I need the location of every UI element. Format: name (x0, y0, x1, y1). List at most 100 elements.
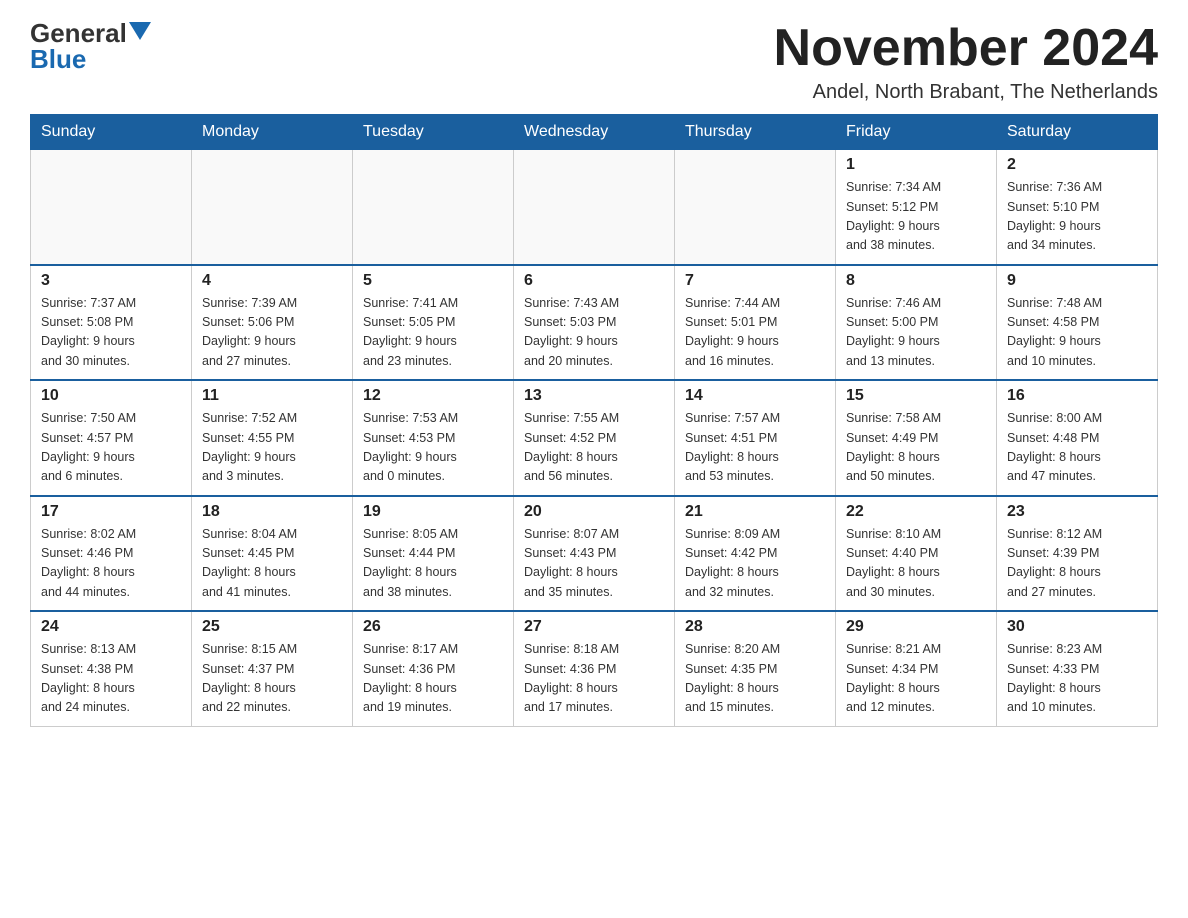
day-number: 5 (363, 272, 503, 290)
day-info: Sunrise: 7:53 AMSunset: 4:53 PMDaylight:… (363, 409, 503, 487)
calendar-cell: 30Sunrise: 8:23 AMSunset: 4:33 PMDayligh… (997, 611, 1158, 726)
day-info: Sunrise: 8:13 AMSunset: 4:38 PMDaylight:… (41, 640, 181, 718)
calendar-cell: 19 Sunrise: 8:05 AMSunset: 4:44 PMDayligh… (353, 496, 514, 612)
day-info: Sunrise: 7:39 AMSunset: 5:06 PMDaylight:… (202, 294, 342, 372)
calendar-cell: 2 Sunrise: 7:36 AMSunset: 5:10 PMDaylight… (997, 150, 1158, 265)
title-section: November 2024 Andel, North Brabant, The … (774, 20, 1158, 104)
day-number: 24 (41, 618, 181, 636)
day-info: Sunrise: 7:44 AMSunset: 5:01 PMDaylight:… (685, 294, 825, 372)
weekday-header-saturday: Saturday (997, 115, 1158, 150)
day-info: Sunrise: 8:05 AMSunset: 4:44 PMDaylight:… (363, 525, 503, 603)
calendar-cell: 21 Sunrise: 8:09 AMSunset: 4:42 PMDayligh… (675, 496, 836, 612)
day-number: 11 (202, 387, 342, 405)
calendar-cell: 6Sunrise: 7:43 AMSunset: 5:03 PMDaylight… (514, 265, 675, 381)
calendar-cell: 20 Sunrise: 8:07 AMSunset: 4:43 PMDayligh… (514, 496, 675, 612)
day-number: 16 (1007, 387, 1147, 405)
day-number: 23 (1007, 503, 1147, 521)
day-number: 8 (846, 272, 986, 290)
calendar-cell: 14 Sunrise: 7:57 AMSunset: 4:51 PMDayligh… (675, 380, 836, 496)
weekday-header-row: SundayMondayTuesdayWednesdayThursdayFrid… (31, 115, 1158, 150)
day-info: Sunrise: 8:02 AMSunset: 4:46 PMDaylight:… (41, 525, 181, 603)
logo: General Blue (30, 20, 151, 72)
calendar-cell: 18 Sunrise: 8:04 AMSunset: 4:45 PMDayligh… (192, 496, 353, 612)
calendar-cell: 5 Sunrise: 7:41 AMSunset: 5:05 PMDaylight… (353, 265, 514, 381)
calendar-cell: 25 Sunrise: 8:15 AMSunset: 4:37 PMDayligh… (192, 611, 353, 726)
day-info: Sunrise: 8:18 AMSunset: 4:36 PMDaylight:… (524, 640, 664, 718)
logo-blue-text: Blue (30, 46, 86, 72)
day-info: Sunrise: 7:41 AMSunset: 5:05 PMDaylight:… (363, 294, 503, 372)
day-info: Sunrise: 7:52 AMSunset: 4:55 PMDaylight:… (202, 409, 342, 487)
day-number: 12 (363, 387, 503, 405)
calendar-cell (514, 150, 675, 265)
calendar-cell: 23 Sunrise: 8:12 AMSunset: 4:39 PMDayligh… (997, 496, 1158, 612)
calendar-cell: 7Sunrise: 7:44 AMSunset: 5:01 PMDaylight… (675, 265, 836, 381)
calendar-cell: 29Sunrise: 8:21 AMSunset: 4:34 PMDayligh… (836, 611, 997, 726)
day-info: Sunrise: 7:50 AMSunset: 4:57 PMDaylight:… (41, 409, 181, 487)
calendar-week-row: 17Sunrise: 8:02 AMSunset: 4:46 PMDayligh… (31, 496, 1158, 612)
calendar-cell (353, 150, 514, 265)
day-number: 20 (524, 503, 664, 521)
day-info: Sunrise: 7:58 AMSunset: 4:49 PMDaylight:… (846, 409, 986, 487)
day-number: 18 (202, 503, 342, 521)
calendar-cell: 4Sunrise: 7:39 AMSunset: 5:06 PMDaylight… (192, 265, 353, 381)
day-info: Sunrise: 8:12 AMSunset: 4:39 PMDaylight:… (1007, 525, 1147, 603)
calendar-cell: 13 Sunrise: 7:55 AMSunset: 4:52 PMDayligh… (514, 380, 675, 496)
weekday-header-monday: Monday (192, 115, 353, 150)
calendar-week-row: 3 Sunrise: 7:37 AMSunset: 5:08 PMDaylight… (31, 265, 1158, 381)
location-title: Andel, North Brabant, The Netherlands (774, 81, 1158, 104)
calendar-cell: 15Sunrise: 7:58 AMSunset: 4:49 PMDayligh… (836, 380, 997, 496)
calendar-week-row: 24 Sunrise: 8:13 AMSunset: 4:38 PMDayligh… (31, 611, 1158, 726)
day-number: 2 (1007, 156, 1147, 174)
day-info: Sunrise: 7:36 AMSunset: 5:10 PMDaylight:… (1007, 178, 1147, 256)
day-number: 3 (41, 272, 181, 290)
day-info: Sunrise: 8:00 AMSunset: 4:48 PMDaylight:… (1007, 409, 1147, 487)
calendar-cell (192, 150, 353, 265)
day-info: Sunrise: 7:37 AMSunset: 5:08 PMDaylight:… (41, 294, 181, 372)
day-number: 13 (524, 387, 664, 405)
day-number: 25 (202, 618, 342, 636)
weekday-header-thursday: Thursday (675, 115, 836, 150)
day-number: 26 (363, 618, 503, 636)
day-info: Sunrise: 7:48 AMSunset: 4:58 PMDaylight:… (1007, 294, 1147, 372)
calendar-week-row: 10 Sunrise: 7:50 AMSunset: 4:57 PMDayligh… (31, 380, 1158, 496)
day-number: 27 (524, 618, 664, 636)
calendar-cell: 28Sunrise: 8:20 AMSunset: 4:35 PMDayligh… (675, 611, 836, 726)
day-number: 19 (363, 503, 503, 521)
day-info: Sunrise: 8:10 AMSunset: 4:40 PMDaylight:… (846, 525, 986, 603)
day-number: 14 (685, 387, 825, 405)
calendar-cell: 17Sunrise: 8:02 AMSunset: 4:46 PMDayligh… (31, 496, 192, 612)
weekday-header-sunday: Sunday (31, 115, 192, 150)
day-number: 10 (41, 387, 181, 405)
day-info: Sunrise: 7:57 AMSunset: 4:51 PMDaylight:… (685, 409, 825, 487)
calendar-cell: 16 Sunrise: 8:00 AMSunset: 4:48 PMDayligh… (997, 380, 1158, 496)
day-info: Sunrise: 7:43 AMSunset: 5:03 PMDaylight:… (524, 294, 664, 372)
calendar-cell: 1Sunrise: 7:34 AMSunset: 5:12 PMDaylight… (836, 150, 997, 265)
calendar-table: SundayMondayTuesdayWednesdayThursdayFrid… (30, 114, 1158, 727)
calendar-cell: 11 Sunrise: 7:52 AMSunset: 4:55 PMDayligh… (192, 380, 353, 496)
calendar-cell: 3 Sunrise: 7:37 AMSunset: 5:08 PMDaylight… (31, 265, 192, 381)
calendar-cell: 9 Sunrise: 7:48 AMSunset: 4:58 PMDaylight… (997, 265, 1158, 381)
day-number: 21 (685, 503, 825, 521)
calendar-cell: 8 Sunrise: 7:46 AMSunset: 5:00 PMDaylight… (836, 265, 997, 381)
day-info: Sunrise: 7:46 AMSunset: 5:00 PMDaylight:… (846, 294, 986, 372)
day-info: Sunrise: 8:04 AMSunset: 4:45 PMDaylight:… (202, 525, 342, 603)
month-title: November 2024 (774, 20, 1158, 77)
day-number: 28 (685, 618, 825, 636)
day-info: Sunrise: 8:15 AMSunset: 4:37 PMDaylight:… (202, 640, 342, 718)
logo-arrow-icon (129, 22, 151, 40)
day-info: Sunrise: 8:09 AMSunset: 4:42 PMDaylight:… (685, 525, 825, 603)
day-info: Sunrise: 8:07 AMSunset: 4:43 PMDaylight:… (524, 525, 664, 603)
logo-general-text: General (30, 20, 127, 46)
day-info: Sunrise: 7:34 AMSunset: 5:12 PMDaylight:… (846, 178, 986, 256)
calendar-cell: 22Sunrise: 8:10 AMSunset: 4:40 PMDayligh… (836, 496, 997, 612)
calendar-cell: 26 Sunrise: 8:17 AMSunset: 4:36 PMDayligh… (353, 611, 514, 726)
day-info: Sunrise: 8:17 AMSunset: 4:36 PMDaylight:… (363, 640, 503, 718)
calendar-cell: 27 Sunrise: 8:18 AMSunset: 4:36 PMDayligh… (514, 611, 675, 726)
day-number: 29 (846, 618, 986, 636)
weekday-header-wednesday: Wednesday (514, 115, 675, 150)
calendar-cell: 24 Sunrise: 8:13 AMSunset: 4:38 PMDayligh… (31, 611, 192, 726)
weekday-header-friday: Friday (836, 115, 997, 150)
day-info: Sunrise: 7:55 AMSunset: 4:52 PMDaylight:… (524, 409, 664, 487)
day-number: 9 (1007, 272, 1147, 290)
calendar-week-row: 1Sunrise: 7:34 AMSunset: 5:12 PMDaylight… (31, 150, 1158, 265)
